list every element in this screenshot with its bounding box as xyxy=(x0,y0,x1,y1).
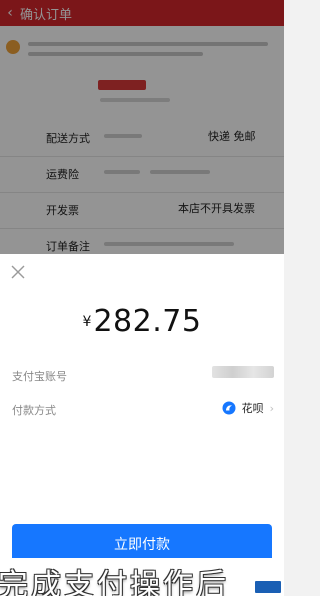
account-label: 支付宝账号 xyxy=(12,370,67,383)
account-row: 支付宝账号 xyxy=(0,362,284,390)
modal-overlay[interactable] xyxy=(0,0,284,254)
payment-amount: ¥282.75 xyxy=(0,304,284,339)
currency-symbol: ¥ xyxy=(82,313,92,330)
watermark-logo xyxy=(254,580,282,594)
payment-sheet: ¥282.75 支付宝账号 付款方式 花呗 › 立即付款 xyxy=(0,254,284,596)
payment-method-row[interactable]: 付款方式 花呗 › xyxy=(0,396,284,424)
payment-method-label: 付款方式 xyxy=(12,404,56,417)
huabei-icon xyxy=(222,401,236,415)
video-caption: 完成支付操作后 xyxy=(0,558,284,596)
payment-method-value: 花呗 xyxy=(241,402,264,415)
chevron-right-icon: › xyxy=(269,401,274,415)
close-icon[interactable] xyxy=(8,262,28,282)
account-value-masked xyxy=(212,366,274,378)
caption-text: 完成支付操作后 xyxy=(0,568,229,596)
amount-value: 282.75 xyxy=(93,304,202,339)
